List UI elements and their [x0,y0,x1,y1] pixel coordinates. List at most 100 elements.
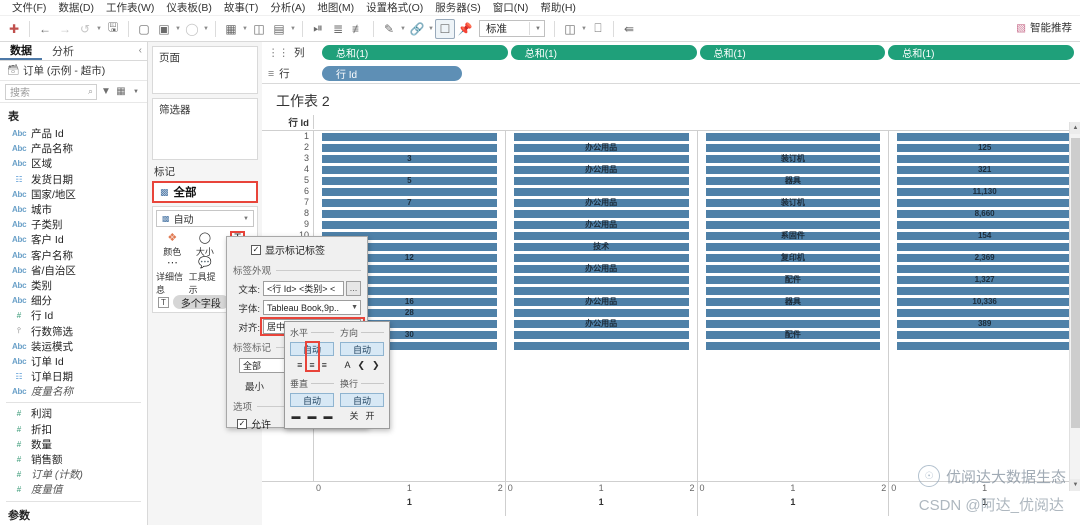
bar-mark[interactable]: 技术 [513,242,689,251]
scroll-down-icon[interactable]: ▼ [1070,479,1080,491]
share-icon[interactable]: ⇚ [619,19,639,39]
filter-icon[interactable]: ▼ [100,86,112,97]
field-item[interactable]: # 折扣 [0,422,147,437]
redo-icon[interactable]: → [55,19,75,39]
clear-sheet-icon[interactable]: ◯ [182,19,202,39]
bar-mark[interactable] [513,276,689,285]
scrollbar-thumb[interactable] [1071,138,1080,428]
field-item[interactable]: Abc 子类别 [0,217,147,232]
bar-mark[interactable] [897,154,1072,163]
bar-mark[interactable] [705,242,881,251]
search-input[interactable]: 搜索 ⌕ [5,83,97,100]
bar-mark[interactable]: 7 [322,198,497,207]
bar-mark[interactable] [705,309,881,318]
menu-item-help[interactable]: 帮助(H) [534,0,582,15]
text-ellipsis-button[interactable]: … [346,281,361,296]
bar-mark[interactable] [513,231,689,240]
checkbox-icon[interactable]: ✓ [237,418,247,429]
bar-mark[interactable]: 办公用品 [513,198,689,207]
show-hide-cards-icon[interactable]: ◫ [560,19,580,39]
bar-mark[interactable] [897,132,1072,141]
rows-shelf-track[interactable]: 行 Id [322,66,1080,81]
attach-caret-icon[interactable]: ▼ [427,26,435,32]
menu-item-file[interactable]: 文件(F) [6,0,52,15]
field-item[interactable]: Abc 订单 Id [0,354,147,369]
menu-item-story[interactable]: 故事(T) [218,0,264,15]
field-item[interactable]: # 销售额 [0,452,147,467]
swap-axes-icon[interactable]: ◫ [249,19,269,39]
scroll-up-icon[interactable]: ▲ [1070,122,1080,134]
bar-mark[interactable]: 系固件 [705,231,881,240]
refresh-caret-icon[interactable]: ▼ [95,26,103,32]
sort-desc-icon[interactable]: ≣ [328,19,348,39]
field-item[interactable]: Abc 区域 [0,156,147,171]
menu-item-window[interactable]: 窗口(N) [487,0,535,15]
bar-mark[interactable] [322,132,497,141]
bar-mark[interactable]: 装订机 [705,198,881,207]
bar-mark[interactable] [705,165,881,174]
bar-mark[interactable] [322,143,497,152]
menu-item-format[interactable]: 设置格式(O) [360,0,429,15]
undo-icon[interactable]: ← [35,19,55,39]
bar-mark[interactable]: 125 [897,143,1072,152]
data-source-item[interactable]: 🗃 订单 (示例 - 超市) [0,61,147,81]
bar-mark[interactable] [513,309,689,318]
bar-mark[interactable]: 办公用品 [513,220,689,229]
field-item[interactable]: # 利润 [0,406,147,421]
add-row-caret-icon[interactable]: ▼ [241,26,249,32]
bar-mark[interactable] [513,331,689,340]
field-item[interactable]: Abc 省/自治区 [0,263,147,278]
bar-mark[interactable]: 5 [322,176,497,185]
align-top-icon[interactable]: ▬ [324,412,333,421]
align-right-icon[interactable]: ≡ [322,361,327,370]
menu-item-data[interactable]: 数据(D) [52,0,100,15]
marks-detail-button[interactable]: ⋯ 详细信息 [156,257,189,295]
bar-mark[interactable]: 复印机 [705,254,881,263]
tab-analysis[interactable]: 分析 [42,42,84,60]
field-item[interactable]: # 订单 (计数) [0,467,147,482]
axis-pane[interactable]: 0121 [698,482,890,516]
bar-mark[interactable]: 办公用品 [513,298,689,307]
show-mark-labels-row[interactable]: ✓ 显示标记标签 [233,242,361,257]
bar-mark[interactable]: 11,130 [897,187,1072,196]
bar-mark[interactable] [513,154,689,163]
align-center-icon[interactable]: ≡ [309,361,314,370]
pages-card[interactable]: 页面 [152,46,258,94]
menu-item-worksheet[interactable]: 工作表(W) [100,0,160,15]
bar-mark[interactable] [705,220,881,229]
group-icon[interactable]: ≢ [348,19,368,39]
direction-down-icon[interactable]: ❯ [372,361,380,370]
save-icon[interactable]: 🖫 [103,19,123,39]
bar-mark[interactable] [705,132,881,141]
bar-mark[interactable]: 1,327 [897,276,1072,285]
font-select[interactable]: Tableau Book,9p.. ▼ [263,300,361,315]
marks-all-tab[interactable]: ▩ 全部 [152,181,258,203]
bar-mark[interactable] [897,331,1072,340]
bar-mark[interactable]: 办公用品 [513,320,689,329]
filters-card[interactable]: 筛选器 [152,98,258,160]
bar-mark[interactable] [705,143,881,152]
field-item[interactable]: Abc 客户 Id [0,232,147,247]
bar-mark[interactable] [513,132,689,141]
direction-horizontal-icon[interactable]: A [344,361,350,370]
field-item[interactable]: Abc 国家/地区 [0,187,147,202]
align-left-icon[interactable]: ≡ [297,361,302,370]
multiple-fields-pill[interactable]: 多个字段 [172,295,229,310]
menu-item-map[interactable]: 地图(M) [311,0,360,15]
field-item[interactable]: # 度量值 [0,482,147,497]
field-item[interactable]: # 行 Id [0,308,147,323]
bar-mark[interactable] [705,287,881,296]
alignment-popup[interactable]: 水平 自动 ≡ ≡ ≡ 方向 自动 A ❮ ❯ 垂直 自动 ▬ ▬ ▬ 换行 自… [284,321,390,429]
field-item[interactable]: ☷ 发货日期 [0,172,147,187]
horizontal-auto-button[interactable]: 自动 [290,342,334,356]
bar-mark[interactable]: 办公用品 [513,265,689,274]
bar-mark[interactable] [897,309,1072,318]
bar-mark[interactable]: 2,369 [897,254,1072,263]
align-bottom-icon[interactable]: ▬ [292,412,301,421]
axis-pane[interactable]: 0121 [889,482,1080,516]
align-middle-icon[interactable]: ▬ [308,412,317,421]
bar-mark[interactable] [513,254,689,263]
bar-mark[interactable]: 8,660 [897,209,1072,218]
field-item[interactable]: Abc 度量名称 [0,384,147,399]
wrap-off-button[interactable]: 关 [349,412,358,421]
